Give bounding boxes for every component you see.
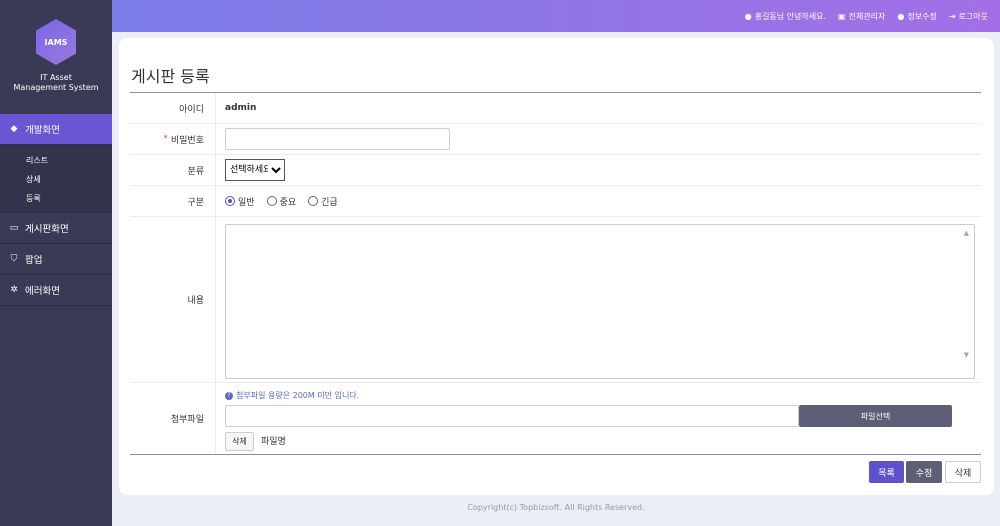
sidebar-item-label: 게시판화면 [25,224,69,235]
shield-icon: ⛉ [10,254,18,264]
user-greeting: ● 홍길동님 안녕하세요. [745,11,826,22]
monitor-icon: ▭ [9,223,19,233]
file-delete-button[interactable]: 삭제 [225,432,254,451]
submenu-item-list[interactable]: 리스트 [0,151,112,170]
sidebar-item-board-screen[interactable]: ▭ 게시판화면 [0,213,112,244]
profile-edit-link[interactable]: ● 정보수정 [897,11,936,22]
gear-icon: ✲ [10,285,18,295]
logout-icon: ⇥ [948,11,956,21]
password-row: * 비밀번호 [130,124,981,155]
sidebar-item-error-screen[interactable]: ✲ 에러화면 [0,275,112,306]
attachment-note: ? 첨부파일 용량은 200M 미만 입니다. [225,390,359,401]
sidebar-item-label: 개발화면 [25,125,60,136]
content-label: 내용 [130,217,216,382]
password-label: 비밀번호 [170,135,204,146]
greeting-text: 홍길동님 안녕하세요. [754,11,827,21]
category-row: 분류 선택하세요 [130,155,981,186]
content-textarea[interactable] [225,224,975,379]
scroll-down-icon[interactable]: ▼ [964,351,969,359]
user-icon: ● [897,11,905,21]
submenu-item-detail[interactable]: 상세 [0,170,112,189]
radio-label: 중요 [279,197,297,208]
type-radio-urgent[interactable]: 긴급 [308,195,338,208]
page-title: 게시판 등록 [131,67,210,86]
attachment-note-text: 첨부파일 용량은 200M 미만 입니다. [236,391,360,400]
radio-checked-icon [225,196,235,206]
type-radio-important[interactable]: 중요 [266,195,297,208]
submenu: 리스트 상세 등록 [0,145,112,213]
bottom-divider [130,454,981,455]
type-label: 구분 [130,186,216,216]
profile-label: 정보수정 [907,11,937,21]
radio-label: 일반 [238,197,255,208]
required-mark: * [163,134,168,144]
radio-unchecked-icon [308,196,319,206]
password-label-cell: * 비밀번호 [130,124,216,154]
logout-link[interactable]: ⇥ 로그아웃 [949,11,988,22]
logo-line-1: IT Asset [40,73,72,82]
sidebar-item-label: 에러화면 [25,286,60,297]
admin-link[interactable]: ▣ 전체관리자 [838,11,885,22]
category-label: 분류 [130,155,216,185]
delete-button[interactable]: 삭제 [945,461,981,483]
radio-label: 긴급 [321,197,338,208]
id-label: 아이디 [130,93,216,123]
type-radio-normal[interactable]: 일반 [225,195,255,208]
category-select[interactable]: 선택하세요 [225,159,285,181]
footer-copyright: Copyright(c) Topbizsoft. All Rights Rese… [467,503,645,512]
sidebar-item-dev-screen[interactable]: ◆ 개발화면 [0,114,112,145]
admin-label: 전체관리자 [848,11,886,21]
logo-hexagon: IAMS [36,19,76,65]
diamond-icon: ◆ [10,124,18,134]
sidebar: IAMS IT Asset Management System ◆ 개발화면 리… [0,0,112,526]
list-button[interactable]: 목록 [869,461,904,483]
id-row: 아이디 admin [130,93,981,124]
edit-button[interactable]: 수정 [906,461,942,483]
id-value: admin [225,103,257,113]
radio-unchecked-icon [266,196,277,206]
password-input[interactable] [225,128,450,150]
user-circle-icon: ● [744,11,752,21]
scroll-up-icon[interactable]: ▲ [964,229,969,237]
submenu-item-register[interactable]: 등록 [0,189,112,208]
attachment-label: 첨부파일 [130,383,216,454]
sidebar-item-label: 팝업 [25,255,43,266]
type-row: 구분 일반 중요 긴급 [130,186,981,217]
form-card: 게시판 등록 아이디 admin * 비밀번호 분류 선택하세요 구분 일반 중요… [119,38,994,495]
id-card-icon: ▣ [838,11,846,21]
sidebar-item-popup[interactable]: ⛉ 팝업 [0,244,112,275]
file-name: 파일명 [261,437,286,447]
file-path-field[interactable] [225,405,799,427]
question-icon: ? [225,391,233,400]
logout-label: 로그아웃 [958,11,988,21]
attachment-row: 첨부파일 ? 첨부파일 용량은 200M 미만 입니다. 파일선택 삭제 파일명 [130,383,981,454]
top-bar: ● 홍길동님 안녕하세요. ▣ 전체관리자 ● 정보수정 ⇥ 로그아웃 [112,0,1000,32]
logo-line-2: Management System [13,83,99,92]
file-select-button[interactable]: 파일선택 [799,405,952,427]
content-row: 내용 ▲ ▼ [130,217,981,383]
logo[interactable]: IAMS IT Asset Management System [0,0,112,114]
